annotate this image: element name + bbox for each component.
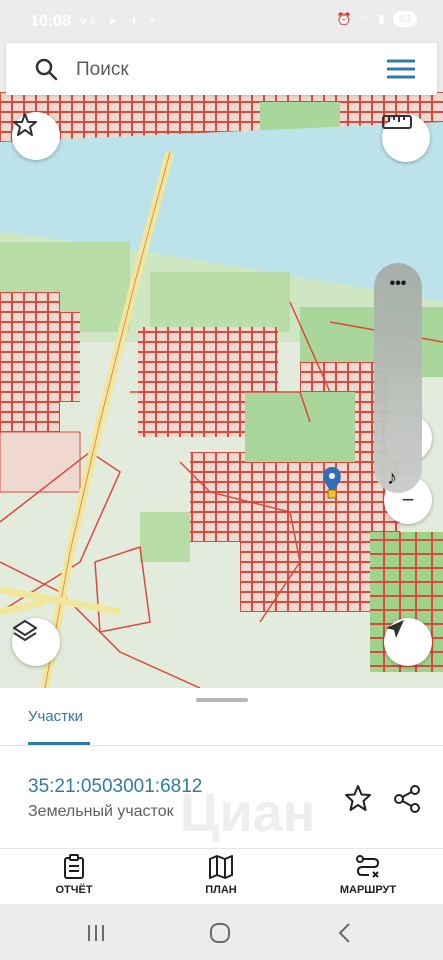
- system-nav-bar: [0, 904, 443, 960]
- status-bar: 10:08 vk ➤ ✈ • ⏰ ◠ ▮ 93: [0, 0, 443, 44]
- status-app-icons: vk ➤ ✈ •: [80, 14, 158, 28]
- status-system-icons: ⏰ ◠ ▮ 93: [337, 11, 417, 27]
- nav-plan-label: ПЛАН: [205, 884, 237, 896]
- search-input[interactable]: Поиск: [76, 59, 129, 81]
- star-icon[interactable]: [344, 784, 372, 812]
- navigation-arrow-icon: [386, 620, 404, 638]
- parcel-type: Земельный участок: [28, 803, 174, 820]
- search-icon: [35, 58, 58, 81]
- back-icon[interactable]: [334, 922, 358, 944]
- star-icon: [13, 113, 37, 136]
- layers-button[interactable]: [12, 618, 60, 666]
- wifi-icon: ◠: [359, 12, 371, 26]
- clipboard-icon: [64, 854, 84, 879]
- search-bar[interactable]: Поиск: [6, 43, 437, 95]
- vk-icon: vk: [80, 14, 100, 28]
- more-options-icon[interactable]: •••: [374, 275, 422, 293]
- nav-report-label: ОТЧЁТ: [55, 884, 93, 896]
- map-view[interactable]: − ••• ♪: [0, 92, 443, 688]
- status-time: 10:08: [30, 13, 71, 30]
- battery-badge: 93: [392, 11, 417, 27]
- parcel-cadastral-number[interactable]: 35:21:0503001:6812: [28, 776, 202, 798]
- my-location-button[interactable]: [384, 618, 432, 666]
- route-icon: [356, 855, 380, 878]
- favorites-button[interactable]: [12, 112, 60, 160]
- music-note-icon: ♪: [387, 467, 397, 489]
- ruler-icon: [382, 115, 412, 129]
- nav-route[interactable]: МАРШРУТ: [318, 854, 418, 896]
- ruler-button[interactable]: [382, 114, 430, 162]
- nav-plan[interactable]: ПЛАН: [171, 854, 271, 896]
- alarm-icon: ⏰: [336, 12, 352, 26]
- nav-report[interactable]: ОТЧЁТ: [24, 854, 124, 896]
- dot-icon: •: [150, 14, 159, 28]
- home-icon[interactable]: [208, 922, 232, 944]
- share-icon[interactable]: [392, 784, 422, 814]
- zoom-panel[interactable]: ••• ♪: [374, 263, 422, 493]
- nav-divider: [0, 848, 443, 849]
- tab-parcels[interactable]: Участки: [28, 708, 83, 725]
- sheet-drag-handle[interactable]: [196, 698, 248, 702]
- location-icon: ✈: [128, 14, 143, 28]
- nav-route-label: МАРШРУТ: [339, 884, 397, 896]
- signal-icon: ▮: [378, 12, 385, 26]
- telegram-icon: ➤: [107, 14, 122, 28]
- menu-icon[interactable]: [387, 58, 415, 80]
- recents-icon[interactable]: [84, 922, 108, 944]
- layers-icon: [13, 620, 37, 641]
- sheet-divider: [0, 745, 443, 746]
- map-icon: [209, 855, 233, 879]
